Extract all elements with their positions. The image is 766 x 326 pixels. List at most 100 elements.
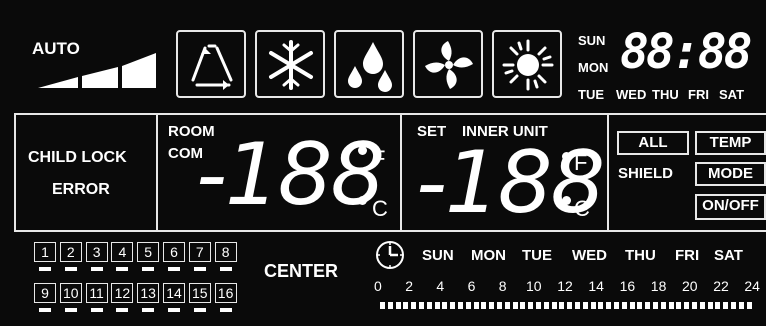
schedule-hour-label: 0: [374, 278, 382, 294]
schedule-slot[interactable]: [746, 302, 752, 309]
schedule-slot[interactable]: [395, 302, 401, 309]
schedule-slot[interactable]: [715, 302, 721, 309]
room-unit-c: C: [372, 196, 388, 221]
schedule-slot[interactable]: [590, 302, 596, 309]
schedule-slot[interactable]: [536, 302, 541, 309]
schedule-day-sat: SAT: [714, 247, 743, 264]
schedule-slot[interactable]: [465, 302, 471, 309]
schedule-slot[interactable]: [645, 302, 651, 309]
clock-day-thu: THU: [652, 87, 679, 102]
frame-left: [14, 113, 16, 232]
mode-heat-button[interactable]: [492, 30, 562, 98]
set-unit-f: F: [574, 150, 588, 175]
schedule-slot[interactable]: [660, 302, 666, 309]
schedule-slot[interactable]: [606, 302, 612, 309]
zone-cell-10[interactable]: 10: [59, 283, 82, 303]
schedule-slot[interactable]: [598, 302, 604, 309]
zone-indicator-3: [90, 267, 103, 271]
shield-onoff-button[interactable]: ON/OFF: [695, 194, 766, 220]
zone-cell-1[interactable]: 1: [34, 242, 56, 262]
zone-indicator-5: [142, 267, 155, 271]
schedule-slot[interactable]: [582, 302, 588, 309]
zone-cell-5[interactable]: 5: [137, 242, 160, 262]
schedule-slot[interactable]: [692, 302, 697, 309]
schedule-slot[interactable]: [567, 302, 573, 309]
schedule-slot[interactable]: [551, 302, 557, 309]
schedule-slot[interactable]: [473, 302, 479, 309]
clock-day-fri: FRI: [688, 87, 709, 102]
schedule-slot[interactable]: [699, 302, 705, 309]
schedule-slot[interactable]: [419, 302, 424, 309]
schedule-hour-label: 16: [619, 278, 636, 294]
shield-mode-button[interactable]: MODE: [695, 162, 766, 186]
zone-indicator-14: [168, 308, 180, 312]
schedule-slot[interactable]: [676, 302, 682, 309]
schedule-hour-label: 8: [498, 278, 507, 294]
shield-all-button[interactable]: ALL: [617, 131, 689, 155]
clock-day-tue: TUE: [578, 87, 604, 102]
schedule-slot[interactable]: [684, 302, 690, 309]
schedule-slot[interactable]: [614, 302, 619, 309]
zone-cell-15[interactable]: 15: [188, 283, 211, 303]
schedule-slot[interactable]: [629, 302, 635, 309]
zone-cell-4[interactable]: 4: [111, 242, 134, 262]
schedule-slot[interactable]: [723, 302, 729, 309]
schedule-slot[interactable]: [543, 302, 549, 309]
schedule-slot[interactable]: [458, 302, 463, 309]
zone-cell-14[interactable]: 14: [163, 283, 185, 303]
schedule-slot[interactable]: [520, 302, 526, 309]
zone-cell-13[interactable]: 13: [137, 283, 160, 303]
schedule-slot[interactable]: [504, 302, 510, 309]
schedule-slot[interactable]: [489, 302, 495, 309]
divider-top: [14, 113, 766, 115]
zone-cell-9[interactable]: 9: [34, 283, 56, 303]
clock-icon: [376, 241, 404, 269]
schedule-slot[interactable]: [442, 302, 448, 309]
schedule-slot[interactable]: [387, 302, 393, 309]
schedule-slot[interactable]: [426, 302, 432, 309]
schedule-slot[interactable]: [707, 302, 713, 309]
schedule-slot[interactable]: [575, 302, 580, 309]
schedule-slot[interactable]: [497, 302, 502, 309]
schedule-slot[interactable]: [403, 302, 409, 309]
mode-cool-button[interactable]: [255, 30, 325, 98]
zone-cell-8[interactable]: 8: [214, 242, 237, 262]
schedule-slot[interactable]: [621, 302, 627, 309]
schedule-slot[interactable]: [380, 302, 385, 309]
schedule-slot[interactable]: [481, 302, 487, 309]
schedule-slot[interactable]: [434, 302, 440, 309]
schedule-day-thu: THU: [625, 247, 656, 264]
schedule-slot[interactable]: [450, 302, 456, 309]
center-label: CENTER: [264, 261, 339, 281]
schedule-hour-label: 4: [436, 278, 445, 294]
schedule-slot[interactable]: [653, 302, 658, 309]
room-degree-dot-c: [358, 196, 367, 205]
zone-cell-3[interactable]: 3: [85, 242, 108, 262]
mode-cycle-button[interactable]: [176, 30, 246, 98]
zone-indicator-9: [39, 308, 51, 312]
schedule-slot[interactable]: [512, 302, 518, 309]
schedule-slot[interactable]: [738, 302, 744, 309]
mode-fan-button[interactable]: [413, 30, 483, 98]
zone-cell-6[interactable]: 6: [163, 242, 185, 262]
mode-dry-button[interactable]: [334, 30, 404, 98]
schedule-hour-label: 10: [526, 278, 542, 294]
schedule-slot[interactable]: [559, 302, 565, 309]
zone-cell-7[interactable]: 7: [188, 242, 211, 262]
zone-cell-11[interactable]: 11: [85, 283, 108, 303]
schedule-slot[interactable]: [528, 302, 534, 309]
error-label: ERROR: [52, 181, 110, 198]
zone-indicator-13: [142, 308, 155, 312]
schedule-slot[interactable]: [668, 302, 674, 309]
schedule-slot[interactable]: [731, 302, 736, 309]
shield-temp-button[interactable]: TEMP: [695, 131, 766, 155]
zone-indicator-12: [116, 308, 129, 312]
zone-cell-16[interactable]: 16: [214, 283, 237, 303]
schedule-slot[interactable]: [411, 302, 417, 309]
schedule-hour-label: 2: [405, 278, 413, 294]
sun-icon: [502, 39, 554, 91]
clock-day-mon: MON: [578, 60, 609, 75]
zone-cell-12[interactable]: 12: [111, 283, 134, 303]
schedule-slot[interactable]: [637, 302, 643, 309]
zone-cell-2[interactable]: 2: [59, 242, 82, 262]
